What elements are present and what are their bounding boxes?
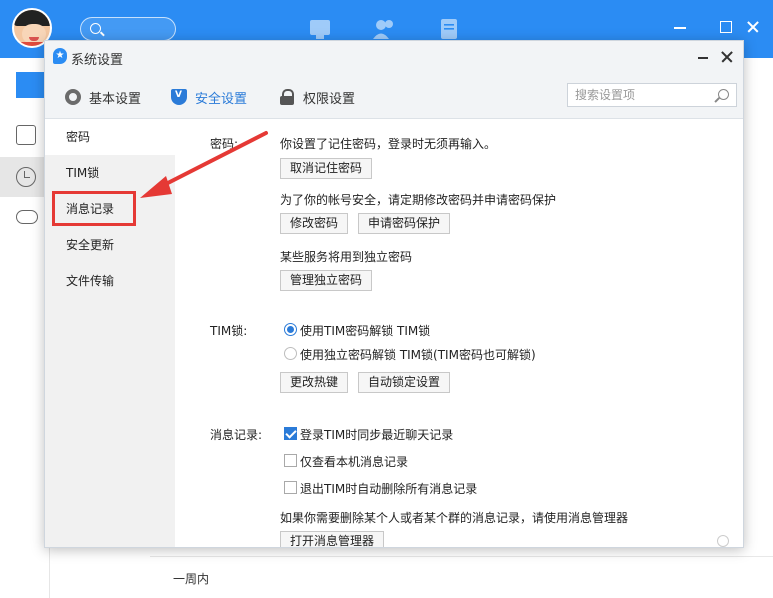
time-group-label: 一周内 [173,572,210,586]
message-option-label: 仅查看本机消息记录 [300,455,409,469]
divider [150,556,773,557]
settings-search-input[interactable] [568,84,710,106]
manage-independent-password-button[interactable]: 管理独立密码 [280,270,373,291]
tab-security-settings[interactable]: 安全设置 [171,87,247,107]
settings-search [567,83,737,107]
auto-delete-on-exit-checkbox[interactable] [284,481,297,494]
sidebar-item-password[interactable]: 密码 [45,119,175,155]
main-search-box[interactable] [80,17,176,41]
highlight-box [52,191,136,226]
contacts-icon[interactable] [372,17,396,41]
message-icon[interactable] [308,17,332,41]
tab-basic-settings[interactable]: 基本设置 [65,87,141,107]
change-hotkey-button[interactable]: 更改热键 [280,372,349,393]
password-remembered-text: 你设置了记住密码，登录时无须再输入。 [280,137,497,151]
search-icon[interactable] [718,89,729,100]
tim-lock-radio-tim-password[interactable] [284,323,297,336]
tab-permission-settings[interactable]: 权限设置 [279,87,355,107]
message-record-section-label: 消息记录: [210,428,263,442]
apply-password-protect-button[interactable]: 申请密码保护 [358,213,451,234]
settings-tabs: 基本设置 安全设置 权限设置 [45,73,743,119]
scroll-indicator-icon[interactable] [717,535,729,547]
search-icon [90,23,101,34]
dialog-title-bar: ★ 系统设置 [45,41,743,73]
message-option-label: 退出TIM时自动删除所有消息记录 [300,482,478,496]
system-settings-dialog: ★ 系统设置 基本设置 安全设置 权限设置 密码 TIM锁 消息记录 安全更新 … [44,40,744,548]
shield-icon [171,89,187,105]
cancel-remember-password-button[interactable]: 取消记住密码 [280,158,373,179]
independent-password-text: 某些服务将用到独立密码 [280,250,413,264]
tim-lock-radio-independent-password[interactable] [284,347,297,360]
open-message-manager-button[interactable]: 打开消息管理器 [280,531,385,547]
close-icon[interactable] [745,19,761,35]
gear-icon [65,89,81,105]
tab-label: 权限设置 [303,91,356,107]
maximize-icon[interactable] [720,21,732,33]
auto-lock-settings-button[interactable]: 自动锁定设置 [358,372,451,393]
message-manager-text: 如果你需要删除某个人或者某个群的消息记录，请使用消息管理器 [280,511,629,525]
tim-lock-section-label: TIM锁: [210,324,248,338]
tab-label: 基本设置 [89,91,142,107]
tim-lock-option-label: 使用TIM密码解锁 TIM锁 [300,324,431,338]
sidebar-item-security-update[interactable]: 安全更新 [45,227,175,263]
password-section-label: 密码: [210,137,239,151]
settings-sidebar: 密码 TIM锁 消息记录 安全更新 文件传输 [45,119,175,547]
sidebar-item-file-transfer[interactable]: 文件传输 [45,263,175,299]
clock-icon[interactable] [16,167,36,187]
sync-recent-chat-checkbox[interactable] [284,427,297,440]
cloud-icon[interactable] [16,210,38,224]
dialog-title: 系统设置 [71,53,124,68]
dialog-minimize-icon[interactable] [695,49,711,65]
message-option-label: 登录TIM时同步最近聊天记录 [300,428,454,442]
local-only-checkbox[interactable] [284,454,297,467]
change-password-button[interactable]: 修改密码 [280,213,349,234]
tim-lock-option-label: 使用独立密码解锁 TIM锁(TIM密码也可解锁) [300,348,536,362]
minimize-icon[interactable] [672,19,688,35]
dialog-close-icon[interactable] [719,49,735,65]
tab-label: 安全设置 [195,91,248,107]
password-protect-text: 为了你的帐号安全，请定期修改密码并申请密码保护 [280,193,557,207]
settings-content: 密码: 你设置了记住密码，登录时无须再输入。 取消记住密码 为了你的帐号安全，请… [175,119,743,547]
tim-logo-icon: ★ [53,48,67,64]
document-icon[interactable] [437,17,461,41]
sidebar-item-tim-lock[interactable]: TIM锁 [45,155,175,191]
lock-icon [279,89,295,105]
document-list-icon[interactable] [16,125,36,145]
